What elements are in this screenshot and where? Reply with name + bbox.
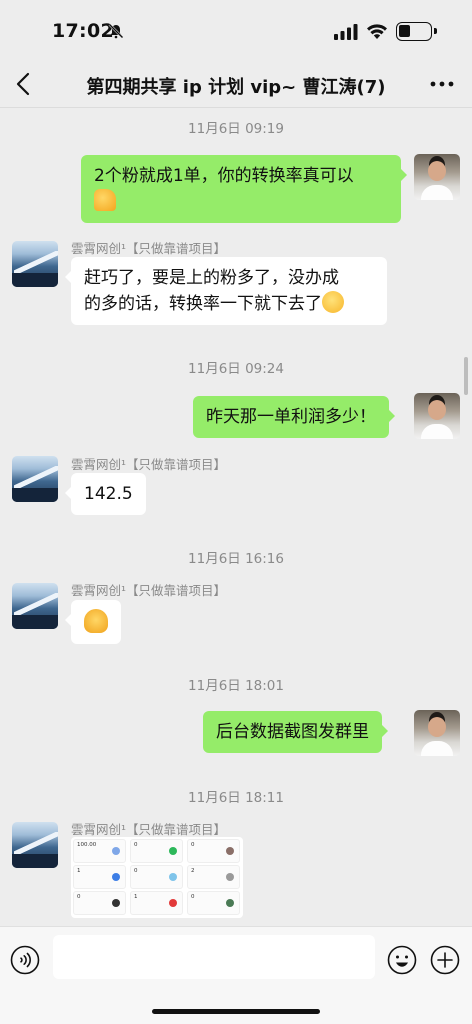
message-input[interactable]	[53, 935, 375, 979]
cellular-signal-icon	[334, 24, 358, 40]
more-options-icon[interactable]	[428, 74, 456, 94]
message-timestamp: 11月6日 16:16	[188, 551, 284, 567]
stat-cell: 2	[187, 865, 240, 889]
add-attachment-icon[interactable]	[430, 945, 460, 975]
emoji-picker-icon[interactable]	[387, 945, 417, 975]
message-timestamp: 11月6日 09:24	[188, 361, 284, 377]
status-time: 17:02	[52, 20, 114, 42]
message-timestamp: 11月6日 18:11	[188, 790, 284, 806]
thumbs-up-emoji-icon	[94, 189, 116, 211]
voice-input-icon[interactable]	[10, 945, 40, 975]
wifi-icon	[367, 24, 387, 39]
message-text: 后台数据截图发群里	[216, 722, 369, 742]
stat-cell: 1	[73, 865, 126, 889]
own-avatar[interactable]	[414, 710, 460, 756]
home-indicator[interactable]	[152, 1009, 320, 1014]
status-bar: 17:02	[0, 0, 472, 62]
message-text: 2个粉就成1单，你的转换率真可以	[94, 166, 354, 186]
received-message-bubble[interactable]: 赶巧了，要是上的粉多了，没办成 的多的话，转换率一下就下去了	[65, 257, 387, 325]
ok-hand-emoji-icon	[84, 609, 108, 633]
sent-message-bubble[interactable]: 昨天那一单利润多少！	[193, 396, 395, 438]
received-message-bubble[interactable]	[65, 600, 121, 644]
sender-avatar[interactable]	[12, 241, 58, 287]
own-avatar[interactable]	[414, 393, 460, 439]
laughing-emoji-icon	[322, 291, 344, 313]
stat-cell: 0	[73, 891, 126, 915]
stat-cell: 0	[130, 865, 183, 889]
received-message-bubble[interactable]: 142.5	[65, 473, 146, 515]
sent-message-bubble[interactable]: 2个粉就成1单，你的转换率真可以	[81, 155, 407, 223]
bell-muted-icon	[108, 23, 124, 39]
chat-header: 第四期共享 ip 计划 vip~ 曹江涛(7)	[0, 62, 472, 108]
message-text: 昨天那一单利润多少！	[206, 407, 376, 427]
sender-name: 雲霄网创¹【只做靠谱项目】	[71, 241, 227, 256]
stat-cell: 1	[130, 891, 183, 915]
message-text-line: 赶巧了，要是上的粉多了，没办成	[84, 268, 339, 288]
sender-avatar[interactable]	[12, 822, 58, 868]
sender-name: 雲霄网创¹【只做靠谱项目】	[71, 457, 227, 472]
message-text-line: 的多的话，转换率一下就下去了	[84, 294, 322, 314]
sender-name: 雲霄网创¹【只做靠谱项目】	[71, 822, 227, 837]
stat-cell: 0	[130, 839, 183, 863]
sender-avatar[interactable]	[12, 583, 58, 629]
back-chevron-icon[interactable]	[14, 72, 34, 96]
sent-message-bubble[interactable]: 后台数据截图发群里	[203, 711, 388, 753]
battery-icon	[396, 22, 437, 41]
stat-cell: 0	[187, 891, 240, 915]
stat-cell: 100.00	[73, 839, 126, 863]
own-avatar[interactable]	[414, 154, 460, 200]
sender-avatar[interactable]	[12, 456, 58, 502]
chat-title: 第四期共享 ip 计划 vip~ 曹江涛(7)	[86, 77, 386, 98]
image-message[interactable]: 100.00 0 0 1 0 2 0 1 0	[71, 837, 243, 918]
scrollbar[interactable]	[464, 357, 468, 395]
message-text: 142.5	[84, 484, 133, 504]
message-timestamp: 11月6日 18:01	[188, 678, 284, 694]
sender-name: 雲霄网创¹【只做靠谱项目】	[71, 583, 227, 598]
stat-cell: 0	[187, 839, 240, 863]
message-timestamp: 11月6日 09:19	[188, 121, 284, 137]
